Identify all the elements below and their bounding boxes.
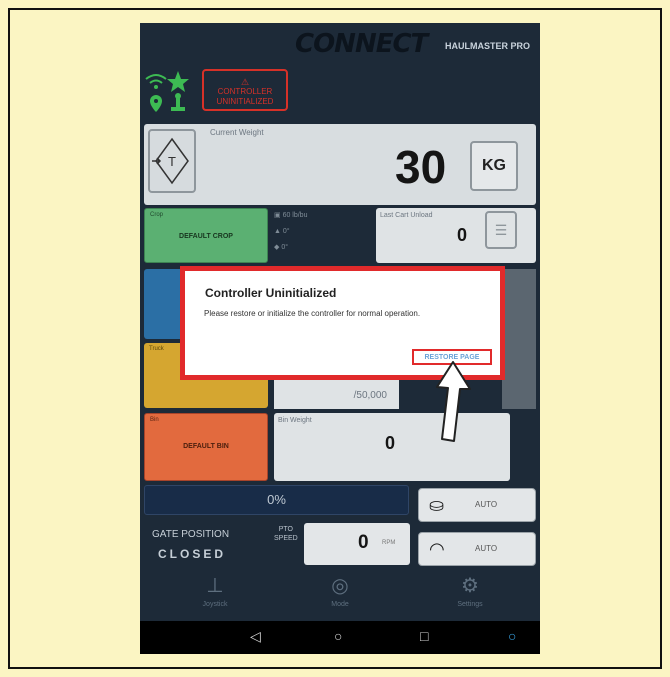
blue-card[interactable] (144, 269, 184, 339)
tablet-screen: CONNECT HAULMASTER PRO ⚠ CONTROLLER UNIN… (140, 23, 540, 654)
gate-state: CLOSED (158, 547, 227, 561)
joystick-icon: ⊥ (206, 575, 224, 597)
pto-speed-unit: RPM (382, 540, 396, 546)
bin-weight-value: 0 (385, 433, 396, 453)
controller-error-text: CONTROLLER UNINITIALIZED (216, 87, 274, 106)
nav-settings[interactable]: ⚙ Settings (430, 571, 510, 608)
current-weight-label: Current Weight (210, 128, 264, 137)
dialog-title: Controller Uninitialized (205, 286, 337, 300)
angle-value-2: 0° (281, 244, 289, 251)
nav-mode[interactable]: ◎ Mode (300, 571, 380, 608)
angle-icon: ▲ (274, 228, 283, 235)
last-unload-value: 0 (457, 225, 468, 245)
angle-value-1: 0° (282, 228, 290, 235)
warning-icon: ⚠ (240, 77, 250, 87)
pto-label-line2: SPEED (274, 535, 298, 542)
scale-icon: ⛀ (429, 495, 445, 515)
controller-error-badge[interactable]: ⚠ CONTROLLER UNINITIALIZED (202, 69, 288, 111)
crop-info: ▣ 60 lb/bu ▲ 0° ◆ 0° (274, 208, 372, 263)
truck-label: Truck (149, 346, 164, 352)
nav-mode-label: Mode (331, 601, 349, 608)
dialog-message: Please restore or initialize the control… (204, 309, 421, 318)
bottom-nav: ⊥ Joystick ◎ Mode ⚙ Settings (140, 571, 540, 619)
crop-button[interactable]: Crop DEFAULT CROP (144, 208, 268, 263)
gear-icon: ⚙ (461, 575, 479, 597)
crop-label: Crop (150, 212, 164, 218)
side-panel (502, 269, 536, 409)
callout-arrow-icon (436, 361, 471, 442)
nav-settings-label: Settings (457, 601, 483, 608)
nav-joystick-label: Joystick (202, 601, 228, 608)
joystick-status-icon (171, 93, 185, 111)
pto-label: PTO SPEED (274, 525, 298, 543)
bin-name: DEFAULT BIN (183, 443, 229, 450)
recents-icon[interactable]: □ (420, 628, 428, 644)
bin-label: Bin (150, 417, 159, 423)
density-icon: ▣ (274, 212, 283, 219)
auto-pto-button[interactable]: ◠ AUTO (418, 532, 536, 566)
pto-label-line1: PTO (278, 526, 293, 533)
density-value: 60 lb/bu (282, 212, 308, 219)
tare-icon: T (152, 137, 189, 185)
menu-icon[interactable]: ☰ (485, 211, 517, 249)
svg-text:T: T (168, 154, 176, 169)
truck-total: /50,000 (353, 390, 387, 401)
star-icon (167, 71, 189, 92)
last-unload-label: Last Cart Unload (380, 212, 433, 219)
pto-speed-value: 0 (358, 532, 369, 553)
status-icons (144, 69, 196, 113)
location-icon (150, 95, 162, 112)
current-weight-value: 30 (395, 141, 447, 193)
gauge-icon: ◠ (429, 539, 445, 559)
auto-scale-button[interactable]: ⛀ AUTO (418, 488, 536, 522)
back-icon[interactable]: ◁ (250, 628, 261, 645)
nav-joystick[interactable]: ⊥ Joystick (175, 571, 255, 608)
auto-pto-label: AUTO (475, 544, 498, 553)
gate-position-label: GATE POSITION (152, 529, 230, 540)
android-system-bar: ◁ ○ □ ○ (140, 621, 540, 654)
mode-icon: ◎ (331, 575, 349, 597)
tare-button[interactable]: T (148, 129, 196, 193)
assistant-icon[interactable]: ○ (508, 628, 516, 644)
model-name: HAULMASTER PRO (445, 41, 530, 51)
crop-name: DEFAULT CROP (179, 233, 233, 240)
app-logo: CONNECT (295, 29, 428, 59)
bin-weight-label: Bin Weight (278, 417, 312, 424)
bin-button[interactable]: Bin DEFAULT BIN (144, 413, 268, 481)
gate-position: GATE POSITION CLOSED (144, 523, 254, 568)
home-icon[interactable]: ○ (334, 628, 342, 644)
auto-scale-label: AUTO (475, 500, 498, 509)
wifi-icon (145, 74, 167, 84)
gate-progress-bar: 0% (144, 485, 409, 515)
unit-button[interactable]: KG (470, 141, 518, 191)
